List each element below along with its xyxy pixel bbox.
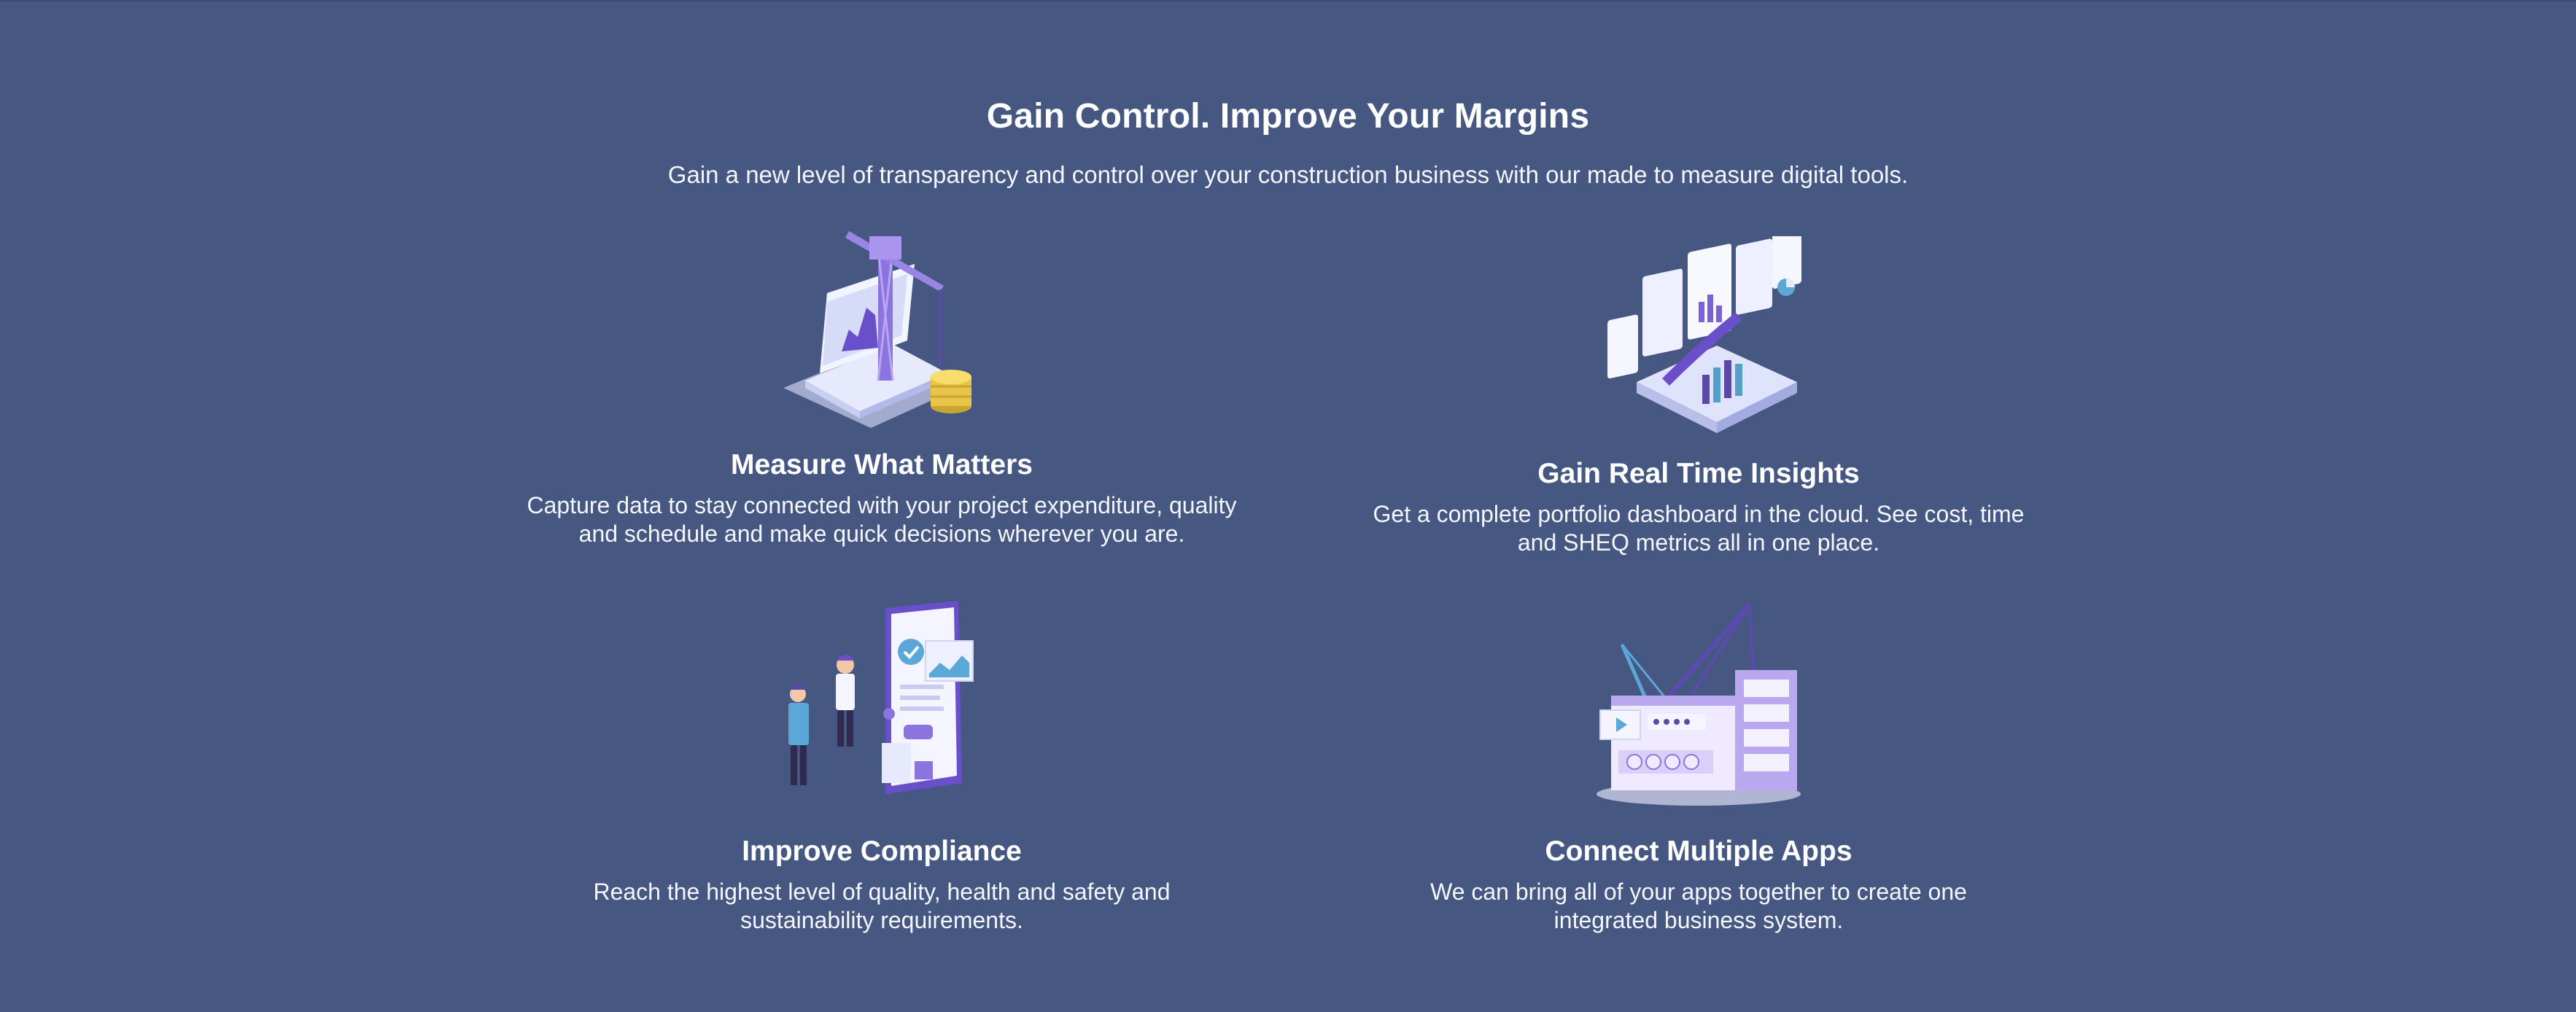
feature-connect-multiple-apps: Connect Multiple Apps We can bring all o… [1334,601,2063,935]
dashboard-charts-illustration-icon [1607,236,1801,433]
feature-title: Gain Real Time Insights [1537,458,1860,489]
feature-measure-what-matters: Measure What Matters Capture data to sta… [517,220,1246,548]
feature-description: Get a complete portfolio dashboard in th… [1373,501,2025,556]
feature-description: We can bring all of your apps together t… [1430,879,1967,933]
top-divider [0,0,2576,1]
feature-description: Capture data to stay connected with your… [527,492,1237,547]
feature-title: Improve Compliance [742,836,1022,867]
feature-gain-real-time-insights: Gain Real Time Insights Get a complete p… [1334,236,2063,557]
compliance-checklist-illustration-icon [788,601,974,794]
connected-apps-illustration-icon [1597,603,1801,806]
page-title: Gain Control. Improve Your Margins [986,97,1590,136]
feature-description: Reach the highest level of quality, heal… [593,879,1171,933]
feature-improve-compliance: Improve Compliance Reach the highest lev… [517,601,1246,935]
construction-crane-laptop-illustration-icon [783,231,971,428]
feature-title: Connect Multiple Apps [1545,836,1853,867]
page-subtitle: Gain a new level of transparency and con… [667,161,1909,188]
feature-title: Measure What Matters [731,449,1033,480]
